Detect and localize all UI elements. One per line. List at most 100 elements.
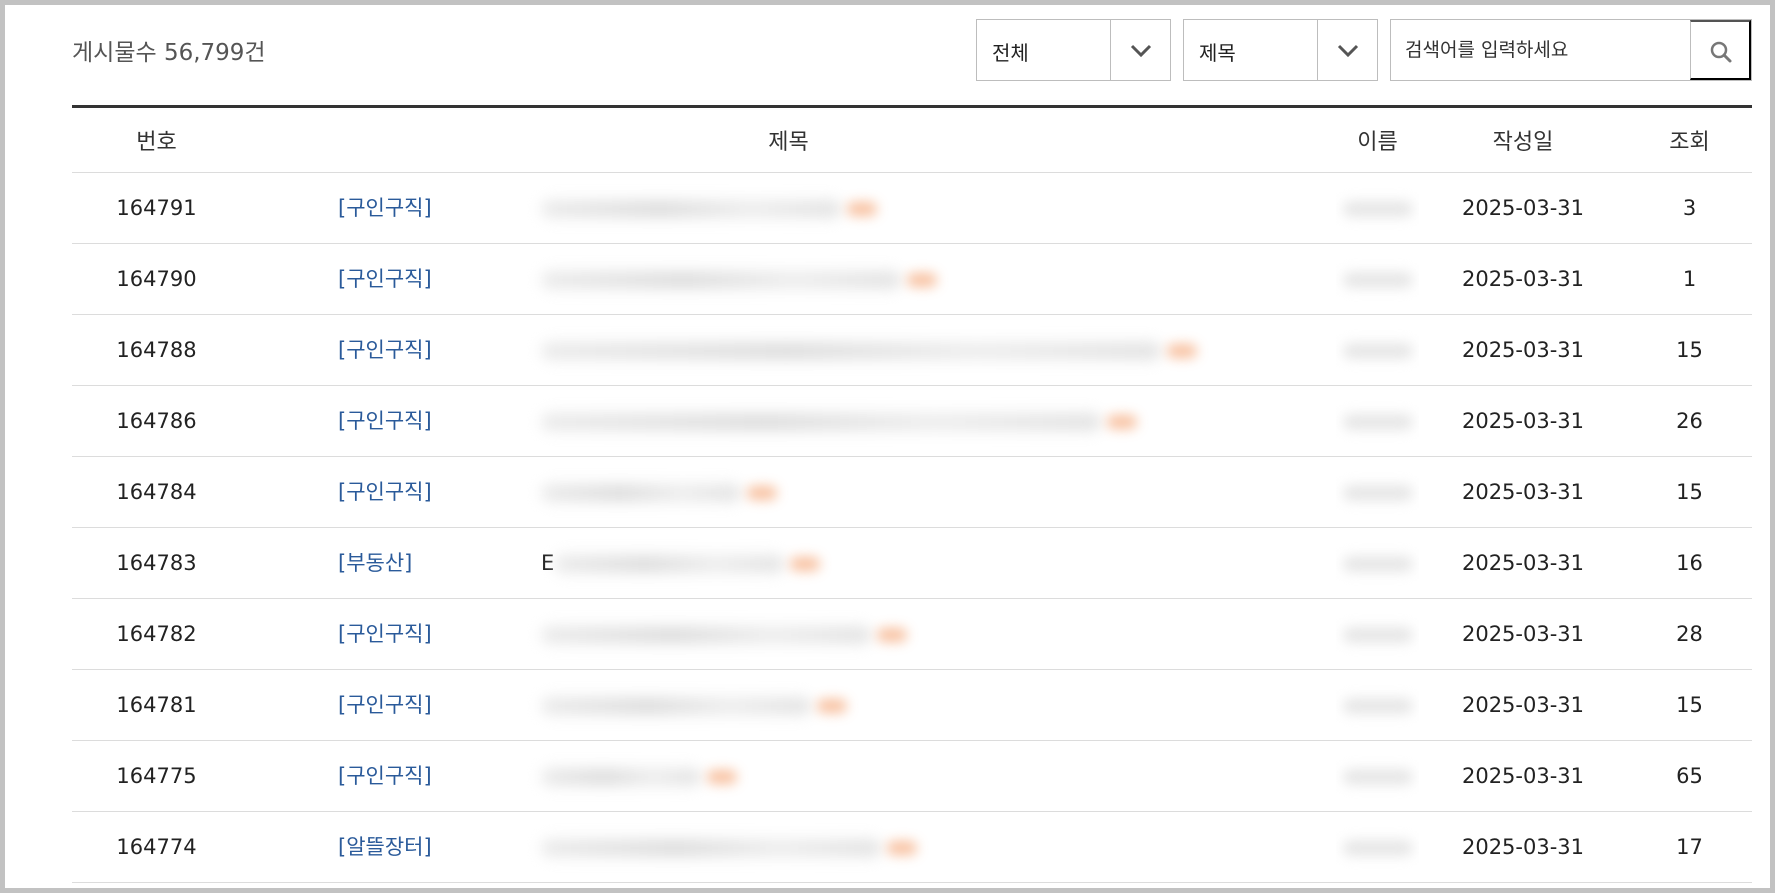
new-badge-icon	[887, 841, 917, 855]
post-category[interactable]: [구인구직]	[338, 330, 432, 370]
new-badge-icon	[817, 699, 847, 713]
post-title-link[interactable]: [구인구직]	[241, 685, 1336, 725]
post-date: 2025-03-31	[1419, 669, 1627, 741]
table-row[interactable]: 164782 [구인구직] 2025-03-31 28	[72, 598, 1752, 670]
view-count: 1	[1627, 243, 1752, 315]
redacted-author	[1342, 343, 1413, 359]
post-title-cell[interactable]: [구인구직]	[241, 172, 1336, 244]
search-input[interactable]	[1391, 20, 1689, 80]
table-row[interactable]: 164786 [구인구직] 2025-03-31 26	[72, 385, 1752, 457]
redacted-author	[1342, 556, 1413, 572]
table-row[interactable]: 164775 [구인구직] 2025-03-31 65	[72, 740, 1752, 812]
table-row[interactable]: 164783 [부동산] E 2025-03-31 16	[72, 527, 1752, 599]
post-title-link[interactable]: [구인구직]	[241, 259, 1336, 299]
post-category[interactable]: [구인구직]	[338, 401, 432, 441]
post-number: 164783	[72, 527, 241, 599]
redacted-title	[541, 839, 881, 857]
post-category[interactable]: [부동산]	[338, 543, 413, 583]
post-number: 164788	[72, 314, 241, 386]
new-badge-icon	[707, 770, 737, 784]
new-badge-icon	[1167, 344, 1197, 358]
post-date: 2025-03-31	[1419, 385, 1627, 457]
board-table: 번호 제목 이름 작성일 조회 164791 [구인구직] 2025-03-31 3 1…	[72, 105, 1752, 883]
post-title-link[interactable]: [구인구직]	[241, 614, 1336, 654]
post-title-cell[interactable]: [구인구직]	[241, 740, 1336, 812]
post-title-cell[interactable]: [알뜰장터]	[241, 811, 1336, 883]
view-count: 15	[1627, 669, 1752, 741]
column-header-views: 조회	[1627, 106, 1752, 173]
post-number: 164775	[72, 740, 241, 812]
new-badge-icon	[847, 202, 877, 216]
view-count: 3	[1627, 172, 1752, 244]
post-category[interactable]: [구인구직]	[338, 685, 432, 725]
table-header-row: 번호 제목 이름 작성일 조회	[72, 106, 1752, 173]
post-category[interactable]: [구인구직]	[338, 259, 432, 299]
post-date: 2025-03-31	[1419, 811, 1627, 883]
author-name	[1336, 669, 1419, 741]
redacted-author	[1342, 201, 1413, 217]
redacted-title	[541, 413, 1101, 431]
post-category[interactable]: [구인구직]	[338, 614, 432, 654]
table-row[interactable]: 164791 [구인구직] 2025-03-31 3	[72, 172, 1752, 244]
chevron-down-icon[interactable]	[1110, 20, 1170, 80]
post-title-text: E	[541, 551, 555, 575]
view-count: 65	[1627, 740, 1752, 812]
post-number: 164774	[72, 811, 241, 883]
redacted-title	[541, 271, 901, 289]
post-date: 2025-03-31	[1419, 527, 1627, 599]
post-title-cell[interactable]: [구인구직]	[241, 314, 1336, 386]
post-title-link[interactable]: [구인구직]	[241, 401, 1336, 441]
post-date: 2025-03-31	[1419, 243, 1627, 315]
author-name	[1336, 598, 1419, 670]
post-title-link[interactable]: [알뜰장터]	[241, 827, 1336, 867]
post-number: 164782	[72, 598, 241, 670]
redacted-author	[1342, 485, 1413, 501]
post-title-link[interactable]: [구인구직]	[241, 756, 1336, 796]
author-name	[1336, 314, 1419, 386]
category-select[interactable]: 전체	[976, 19, 1171, 81]
table-row[interactable]: 164781 [구인구직] 2025-03-31 15	[72, 669, 1752, 741]
search-field-select[interactable]: 제목	[1183, 19, 1378, 81]
new-badge-icon	[747, 486, 777, 500]
search-icon	[1710, 41, 1732, 63]
post-number: 164791	[72, 172, 241, 244]
post-title-link[interactable]: [부동산] E	[241, 543, 1336, 583]
post-title-cell[interactable]: [부동산] E	[241, 527, 1336, 599]
column-header-title: 제목	[241, 106, 1336, 173]
chevron-down-icon[interactable]	[1317, 20, 1377, 80]
post-title-cell[interactable]: [구인구직]	[241, 243, 1336, 315]
post-category[interactable]: [구인구직]	[338, 188, 432, 228]
table-row[interactable]: 164774 [알뜰장터] 2025-03-31 17	[72, 811, 1752, 883]
post-count-value: 56,799건	[163, 40, 266, 66]
post-title-link[interactable]: [구인구직]	[241, 188, 1336, 228]
post-title-link[interactable]: [구인구직]	[241, 472, 1336, 512]
new-badge-icon	[907, 273, 937, 287]
redacted-title	[541, 484, 741, 502]
post-category[interactable]: [알뜰장터]	[338, 827, 432, 867]
table-row[interactable]: 164790 [구인구직] 2025-03-31 1	[72, 243, 1752, 315]
search-field-select-value: 제목	[1199, 41, 1236, 65]
category-select-value: 전체	[992, 41, 1029, 65]
redacted-author	[1342, 698, 1413, 714]
view-count: 15	[1627, 456, 1752, 528]
post-category[interactable]: [구인구직]	[338, 472, 432, 512]
post-title-cell[interactable]: [구인구직]	[241, 456, 1336, 528]
redacted-title	[541, 768, 701, 786]
column-header-name: 이름	[1336, 106, 1419, 173]
post-title-cell[interactable]: [구인구직]	[241, 598, 1336, 670]
redacted-title	[554, 555, 785, 573]
post-date: 2025-03-31	[1419, 740, 1627, 812]
author-name	[1336, 811, 1419, 883]
table-row[interactable]: 164788 [구인구직] 2025-03-31 15	[72, 314, 1752, 386]
post-category[interactable]: [구인구직]	[338, 756, 432, 796]
post-title-cell[interactable]: [구인구직]	[241, 669, 1336, 741]
post-title-cell[interactable]: [구인구직]	[241, 385, 1336, 457]
redacted-author	[1342, 769, 1413, 785]
search-button[interactable]	[1690, 20, 1751, 80]
redacted-author	[1342, 840, 1413, 856]
table-row[interactable]: 164784 [구인구직] 2025-03-31 15	[72, 456, 1752, 528]
new-badge-icon	[1107, 415, 1137, 429]
post-title-link[interactable]: [구인구직]	[241, 330, 1336, 370]
view-count: 28	[1627, 598, 1752, 670]
view-count: 26	[1627, 385, 1752, 457]
